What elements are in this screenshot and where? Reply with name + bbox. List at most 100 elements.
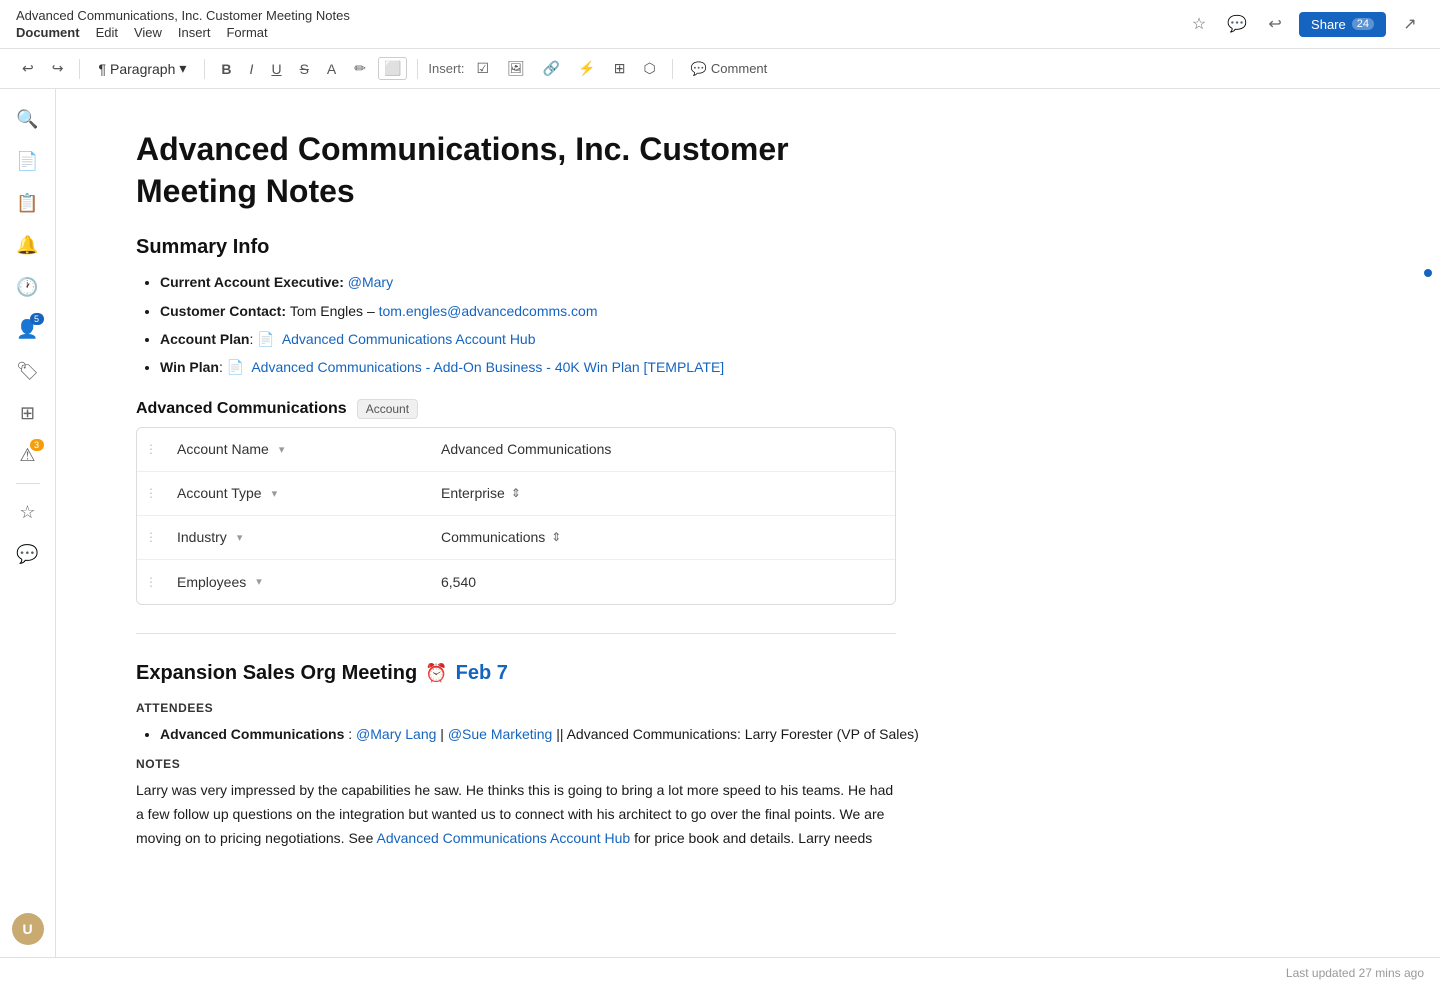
bullet-contact: Customer Contact: Tom Engles – tom.engle… [160,300,1360,322]
drag-handle-name[interactable]: ⋮ [137,442,165,456]
toolbar-sep-1 [79,59,80,79]
status-bar: Last updated 27 mins ago [0,957,1440,988]
expand-button[interactable]: ⬡ [638,57,662,80]
sidebar-pages[interactable]: 📄 [10,143,46,179]
font-size-button[interactable]: A [321,58,342,80]
account-plan-label: Account Plan [160,331,249,347]
underline-button[interactable]: U [265,58,287,80]
sidebar-clock[interactable]: 🕐 [10,269,46,305]
chevron-name[interactable]: ▾ [279,443,285,456]
paragraph-select[interactable]: ¶ Paragraph ▾ [90,57,194,80]
notes-account-hub-link[interactable]: Advanced Communications Account Hub [377,830,631,846]
top-bar-right: ☆ 💬 ↩ Share 24 ↗ [1185,10,1424,38]
chevron-type[interactable]: ▾ [272,487,278,500]
sidebar-bell[interactable]: 🔔 [10,227,46,263]
attendee-pipe: | [440,726,448,742]
sidebar-table[interactable]: 📋 [10,185,46,221]
attendee-mary[interactable]: @Mary Lang [356,726,436,742]
win-plan-label: Win Plan [160,359,219,375]
menu-edit[interactable]: Edit [96,25,118,40]
sidebar-warning[interactable]: ⚠ 3 [10,437,46,473]
account-name-value: Advanced Communications [441,441,611,457]
bold-button[interactable]: B [215,58,237,80]
comments-icon[interactable]: 💬 [1223,10,1251,38]
drag-handle-type[interactable]: ⋮ [137,486,165,500]
paragraph-chevron: ▾ [179,60,186,77]
menu-format[interactable]: Format [226,25,267,40]
sidebar-tag[interactable]: 🏷 [10,353,46,389]
color-button[interactable]: ✏ [348,57,372,80]
sidebar-user[interactable]: 👤 5 [10,311,46,347]
meeting-clock-icon: ⏰ [425,663,447,684]
sidebar-chat[interactable]: 💬 [10,536,46,572]
attendee-item: Advanced Communications : @Mary Lang | @… [160,723,1360,745]
checkbox-button[interactable]: ☑ [471,57,496,80]
table-row-employees: ⋮ Employees ▾ 6,540 [137,560,895,604]
field-label-account-name: Account Name ▾ [165,431,425,467]
employees-text: Employees [177,574,246,590]
toolbar: ↩ ↪ ¶ Paragraph ▾ B I U S A ✏ ⬜ Insert: … [0,49,1440,89]
last-updated: Last updated 27 mins ago [1286,966,1424,980]
toolbar-sep-4 [672,59,673,79]
share-button[interactable]: Share 24 [1299,12,1386,37]
right-indicator [1424,269,1432,277]
picker-type[interactable]: ⇕ [511,486,521,500]
star-icon[interactable]: ☆ [1185,10,1213,38]
account-name-text: Account Name [177,441,269,457]
picker-industry[interactable]: ⇕ [551,530,561,544]
industry-value: Communications [441,529,545,545]
image-button[interactable]: ⬜ [378,57,407,80]
menu-insert[interactable]: Insert [178,25,211,40]
toolbar-sep-2 [204,59,205,79]
back-icon[interactable]: ↩ [1261,10,1289,38]
account-type-text: Account Type [177,485,262,501]
account-table: ⋮ Account Name ▾ Advanced Communications… [136,427,896,605]
field-value-account-type[interactable]: Enterprise ⇕ [425,475,895,511]
strikethrough-button[interactable]: S [294,58,315,80]
meeting-date: Feb 7 [456,662,508,685]
account-plan-link[interactable]: Advanced Communications Account Hub [282,331,536,347]
bullet-executive: Current Account Executive: @Mary [160,271,1360,293]
paragraph-label: ¶ [98,61,106,77]
external-link-icon[interactable]: ↗ [1396,10,1424,38]
sidebar-grid[interactable]: ⊞ [10,395,46,431]
win-plan-colon: : [219,359,227,375]
field-label-employees: Employees ▾ [165,564,425,600]
doc-icon-plan: 📄 [257,331,274,347]
italic-button[interactable]: I [244,58,260,80]
field-value-account-name: Advanced Communications [425,431,895,467]
sidebar-search[interactable]: 🔍 [10,101,46,137]
link-button[interactable]: 🔗 [537,57,566,80]
contact-email[interactable]: tom.engles@advancedcomms.com [379,303,598,319]
content-area: Advanced Communications, Inc. Customer M… [56,89,1440,957]
notes-heading: NOTES [136,757,1360,771]
drag-handle-employees[interactable]: ⋮ [137,575,165,589]
menu-document[interactable]: Document [16,25,80,40]
table-insert-button[interactable]: ⊞ [608,57,632,80]
bolt-button[interactable]: ⚡ [572,57,601,80]
sidebar-star[interactable]: ☆ [10,494,46,530]
chevron-industry[interactable]: ▾ [237,531,243,544]
user-avatar[interactable]: U [12,913,44,945]
comment-button[interactable]: 💬 Comment [683,58,776,80]
field-value-industry[interactable]: Communications ⇕ [425,519,895,555]
attendee-sue[interactable]: @Sue Marketing [448,726,552,742]
menu-view[interactable]: View [134,25,162,40]
meeting-title: Expansion Sales Org Meeting [136,662,417,685]
attendee-rest: || Advanced Communications: Larry Forest… [556,726,919,742]
redo-button[interactable]: ↪ [46,57,70,80]
drag-handle-industry[interactable]: ⋮ [137,530,165,544]
account-badge[interactable]: Account [357,399,418,419]
win-plan-link[interactable]: Advanced Communications - Add-On Busines… [251,359,724,375]
main-layout: 🔍 📄 📋 🔔 🕐 👤 5 🏷 ⊞ ⚠ 3 ☆ 💬 U Advanced Com… [0,89,1440,957]
chevron-employees[interactable]: ▾ [256,575,262,588]
account-block-title: Advanced Communications [136,400,347,418]
industry-text: Industry [177,529,227,545]
notes-link: Advanced Communications Account Hub [377,830,631,846]
bullet-account-plan: Account Plan: 📄 Advanced Communications … [160,328,1360,350]
photo-button[interactable]: 🖼 [501,57,531,80]
share-count: 24 [1352,18,1374,30]
executive-link[interactable]: @Mary [348,274,393,290]
undo-button[interactable]: ↩ [16,57,40,80]
warning-badge: 3 [30,439,44,451]
